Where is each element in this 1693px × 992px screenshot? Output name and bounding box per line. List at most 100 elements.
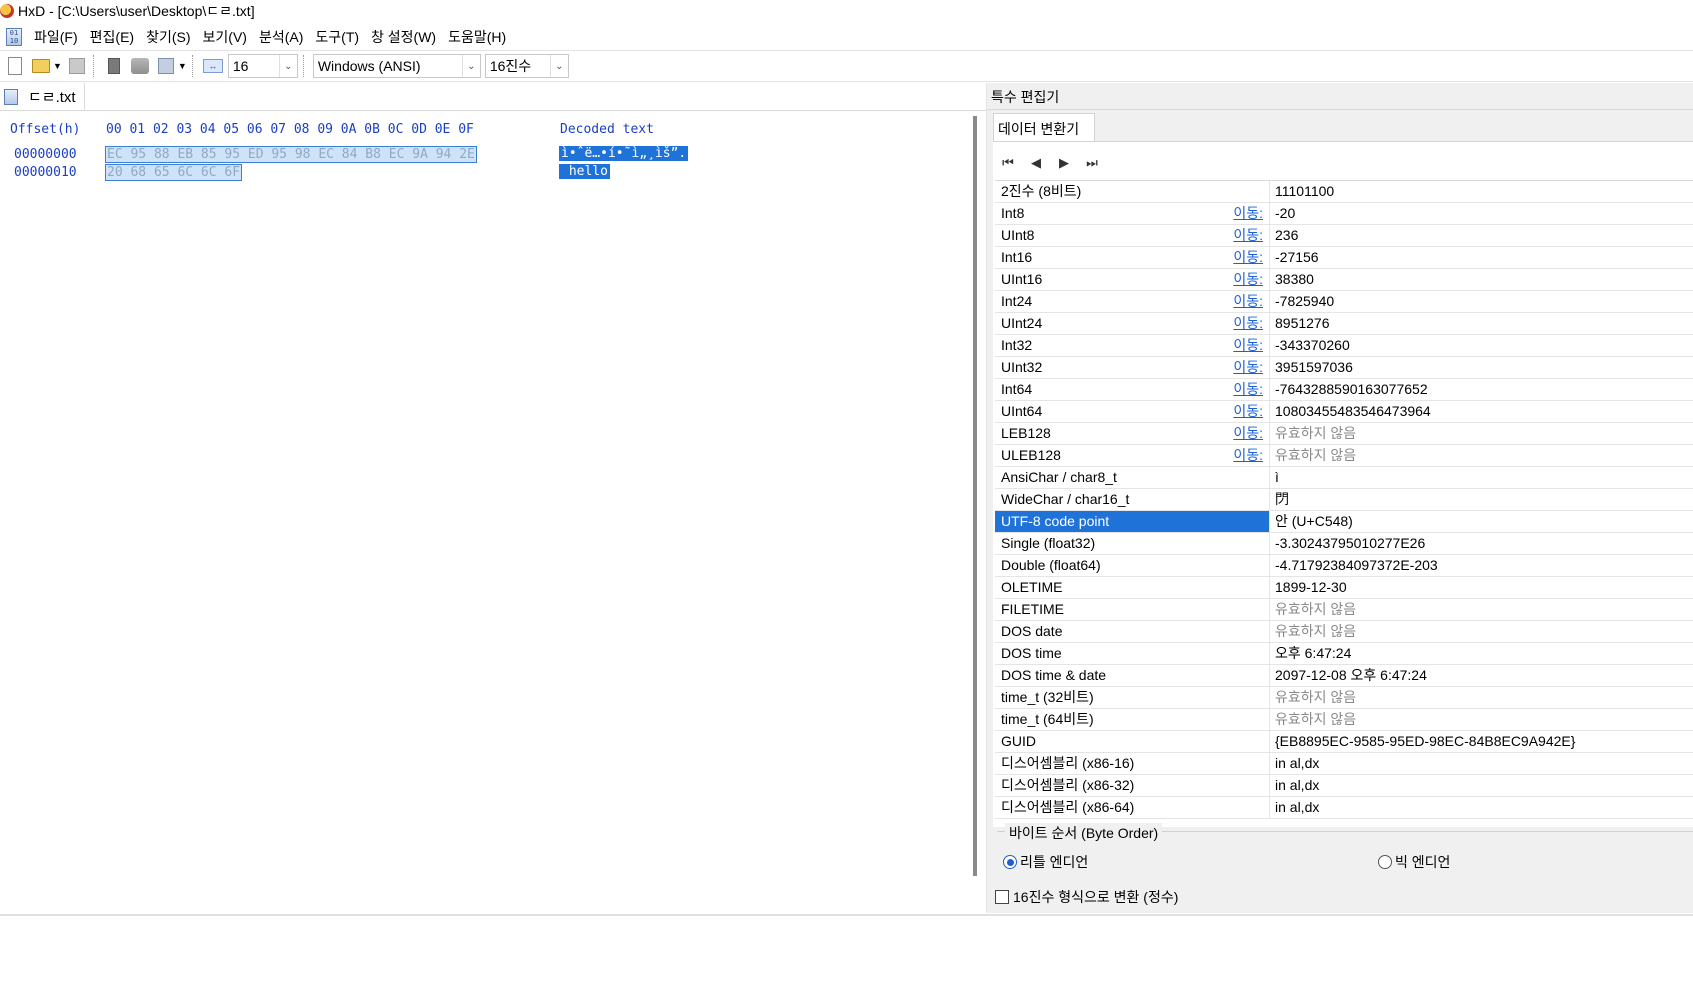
goto-link[interactable]: 이동: — [1233, 247, 1269, 268]
inspector-row-value[interactable]: -27156 — [1270, 247, 1693, 268]
hex-format-checkbox[interactable]: 16진수 형식으로 변환 (정수) — [995, 887, 1178, 907]
offset-base-select[interactable]: 16진수 ⌄ — [484, 54, 569, 78]
inspector-row[interactable]: DOS date 유효하지 않음 — [995, 621, 1693, 643]
inspector-row[interactable]: FILETIME 유효하지 않음 — [995, 599, 1693, 621]
inspector-row-value[interactable]: 유효하지 않음 — [1270, 599, 1693, 620]
inspector-row[interactable]: 디스어셈블리 (x86-64) in al,dx — [995, 797, 1693, 819]
inspector-row-value[interactable]: 1899-12-30 — [1270, 577, 1693, 598]
goto-link[interactable]: 이동: — [1233, 225, 1269, 246]
next-byte-icon[interactable]: ▶ — [1055, 155, 1073, 171]
inspector-row-value[interactable]: -7825940 — [1270, 291, 1693, 312]
inspector-row[interactable]: DOS time 오후 6:47:24 — [995, 643, 1693, 665]
bytes-per-row-select[interactable]: 16 ⌄ — [227, 54, 298, 78]
inspector-row[interactable]: Single (float32) -3.30243795010277E26 — [995, 533, 1693, 555]
last-byte-icon[interactable]: ⏭ — [1083, 155, 1101, 171]
menu-window[interactable]: 창 설정(W) — [365, 24, 442, 50]
inspector-row-value[interactable]: in al,dx — [1270, 753, 1693, 774]
inspector-row[interactable]: Int8 이동: -20 — [995, 203, 1693, 225]
hxd-app-icon[interactable] — [0, 4, 14, 18]
inspector-row[interactable]: LEB128 이동: 유효하지 않음 — [995, 423, 1693, 445]
inspector-row-value[interactable]: 8951276 — [1270, 313, 1693, 334]
inspector-row[interactable]: Double (float64) -4.71792384097372E-203 — [995, 555, 1693, 577]
disk-image-button[interactable] — [155, 55, 177, 77]
inspector-row[interactable]: Int24 이동: -7825940 — [995, 291, 1693, 313]
inspector-row-value[interactable]: 유효하지 않음 — [1270, 445, 1693, 466]
inspector-row[interactable]: AnsiChar / char8_t ì — [995, 467, 1693, 489]
inspector-row[interactable]: 2진수 (8비트) 11101100 — [995, 181, 1693, 203]
menu-search[interactable]: 찾기(S) — [140, 24, 196, 50]
inspector-row-value[interactable]: -20 — [1270, 203, 1693, 224]
goto-link[interactable]: 이동: — [1233, 291, 1269, 312]
document-tab[interactable]: ㄷㄹ.txt — [0, 83, 85, 110]
menu-file[interactable]: 파일(F) — [28, 24, 84, 50]
inspector-row-value[interactable]: -3.30243795010277E26 — [1270, 533, 1693, 554]
inspector-row-value[interactable]: ì — [1270, 467, 1693, 488]
inspector-row-value[interactable]: 오후 6:47:24 — [1270, 643, 1693, 664]
previous-byte-icon[interactable]: ◀ — [1027, 155, 1045, 171]
new-file-button[interactable] — [4, 55, 26, 77]
inspector-row[interactable]: Int32 이동: -343370260 — [995, 335, 1693, 357]
inspector-row[interactable]: UTF-8 code point 안 (U+C548) — [995, 511, 1693, 533]
decoded-text-row[interactable]: ì•ˆë…•í•˜ì„¸ìš”. — [559, 146, 689, 161]
hex-bytes-row[interactable]: EC 95 88 EB 85 95 ED 95 98 EC 84 B8 EC 9… — [105, 146, 477, 163]
inspector-row[interactable]: UInt64 이동: 10803455483546473964 — [995, 401, 1693, 423]
bytes-per-row-button[interactable]: ↔ — [202, 55, 224, 77]
goto-link[interactable]: 이동: — [1233, 313, 1269, 334]
goto-link[interactable]: 이동: — [1233, 335, 1269, 356]
inspector-row-value[interactable]: {EB8895EC-9585-95ED-98EC-84B8EC9A942E} — [1270, 731, 1693, 752]
inspector-row[interactable]: WideChar / char16_t 閁 — [995, 489, 1693, 511]
inspector-row-value[interactable]: -7643288590163077652 — [1270, 379, 1693, 400]
open-ram-button[interactable] — [129, 55, 151, 77]
inspector-row[interactable]: 디스어셈블리 (x86-16) in al,dx — [995, 753, 1693, 775]
goto-link[interactable]: 이동: — [1233, 357, 1269, 378]
inspector-row-value[interactable]: 유효하지 않음 — [1270, 621, 1693, 642]
inspector-row[interactable]: GUID {EB8895EC-9585-95ED-98EC-84B8EC9A942… — [995, 731, 1693, 753]
decoded-text-row[interactable]: hello — [559, 164, 610, 179]
menu-view[interactable]: 보기(V) — [197, 24, 253, 50]
menu-help[interactable]: 도움말(H) — [442, 24, 512, 50]
little-endian-radio[interactable]: 리틀 엔디언 — [1003, 852, 1088, 872]
goto-link[interactable]: 이동: — [1233, 379, 1269, 400]
goto-link[interactable]: 이동: — [1233, 401, 1269, 422]
charset-select[interactable]: Windows (ANSI) ⌄ — [312, 54, 481, 78]
inspector-row-value[interactable]: 유효하지 않음 — [1270, 423, 1693, 444]
hex-bytes-row[interactable]: 20 68 65 6C 6C 6F — [105, 164, 243, 181]
inspector-row-value[interactable]: 유효하지 않음 — [1270, 709, 1693, 730]
inspector-row[interactable]: ULEB128 이동: 유효하지 않음 — [995, 445, 1693, 467]
inspector-row-value[interactable]: 유효하지 않음 — [1270, 687, 1693, 708]
inspector-row-value[interactable]: 38380 — [1270, 269, 1693, 290]
inspector-row[interactable]: UInt16 이동: 38380 — [995, 269, 1693, 291]
inspector-row-value[interactable]: 안 (U+C548) — [1270, 511, 1693, 532]
goto-link[interactable]: 이동: — [1233, 203, 1269, 224]
inspector-row-value[interactable]: 2097-12-08 오후 6:47:24 — [1270, 665, 1693, 686]
goto-link[interactable]: 이동: — [1233, 445, 1269, 466]
inspector-row-value[interactable]: in al,dx — [1270, 775, 1693, 796]
inspector-row-value[interactable]: -4.71792384097372E-203 — [1270, 555, 1693, 576]
menu-tools[interactable]: 도구(T) — [309, 24, 365, 50]
inspector-row-value[interactable]: 閁 — [1270, 489, 1693, 510]
inspector-row[interactable]: time_t (32비트) 유효하지 않음 — [995, 687, 1693, 709]
inspector-row[interactable]: UInt32 이동: 3951597036 — [995, 357, 1693, 379]
goto-link[interactable]: 이동: — [1233, 269, 1269, 290]
menu-edit[interactable]: 편집(E) — [84, 24, 140, 50]
inspector-row-value[interactable]: 10803455483546473964 — [1270, 401, 1693, 422]
inspector-row[interactable]: UInt24 이동: 8951276 — [995, 313, 1693, 335]
inspector-row[interactable]: Int16 이동: -27156 — [995, 247, 1693, 269]
inspector-row-value[interactable]: 11101100 — [1270, 181, 1693, 202]
inspector-row-value[interactable]: 3951597036 — [1270, 357, 1693, 378]
tab-data-inspector[interactable]: 데이터 변환기 — [993, 113, 1095, 141]
open-disk-button[interactable] — [103, 55, 125, 77]
inspector-row[interactable]: DOS time & date 2097-12-08 오후 6:47:24 — [995, 665, 1693, 687]
inspector-row[interactable]: OLETIME 1899-12-30 — [995, 577, 1693, 599]
goto-link[interactable]: 이동: — [1233, 423, 1269, 444]
editor-scrollbar[interactable] — [973, 116, 977, 876]
document-window-icon[interactable]: 01 10 — [6, 28, 22, 46]
inspector-row[interactable]: Int64 이동: -7643288590163077652 — [995, 379, 1693, 401]
inspector-row[interactable]: 디스어셈블리 (x86-32) in al,dx — [995, 775, 1693, 797]
inspector-row-value[interactable]: -343370260 — [1270, 335, 1693, 356]
inspector-row[interactable]: UInt8 이동: 236 — [995, 225, 1693, 247]
first-byte-icon[interactable]: ⏮ — [999, 155, 1017, 171]
open-dropdown-icon[interactable]: ▼ — [53, 61, 62, 71]
big-endian-radio[interactable]: 빅 엔디언 — [1378, 852, 1450, 872]
inspector-row-value[interactable]: 236 — [1270, 225, 1693, 246]
